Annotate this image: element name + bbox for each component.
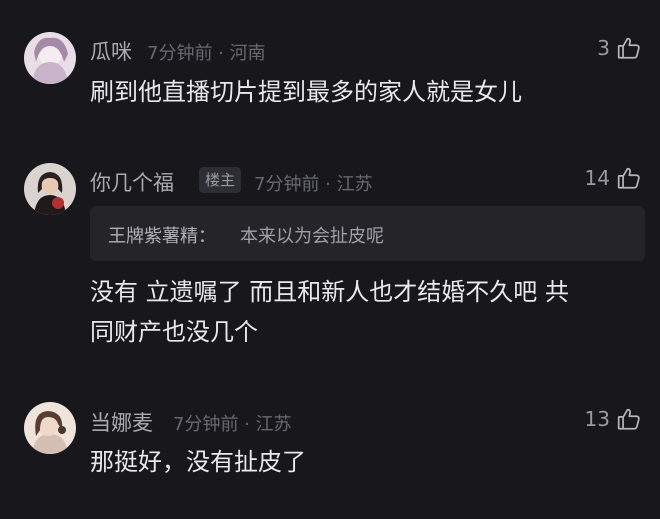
op-badge: 楼主 [199,167,242,193]
like-count: 14 [584,166,610,190]
comment-text: 同财产也没几个 [90,318,258,346]
avatar[interactable] [24,32,76,84]
comment-list: 瓜咪 7分钟前 · 河南 3 刷到他直播切片提到最多的家人就是女儿 你几个福 楼… [0,0,660,519]
quoted-author: 王牌紫薯精： [108,226,216,247]
like-button[interactable]: 3 [597,33,642,63]
quoted-reply[interactable]: 王牌紫薯精： 本来以为会扯皮呢 [90,206,645,261]
thumbs-up-icon [617,408,640,430]
avatar-image [24,32,76,84]
avatar[interactable] [24,402,76,454]
like-count: 3 [597,36,610,60]
username[interactable]: 当娜麦 [90,407,153,437]
comment-text: 刷到他直播切片提到最多的家人就是女儿 [90,78,522,106]
thumbs-up-icon [617,37,640,59]
like-count: 13 [584,407,610,431]
like-button[interactable]: 14 [585,163,642,193]
quoted-text: 本来以为会扯皮呢 [240,226,384,247]
comment-meta: 7分钟前 · 河南 [147,43,266,64]
thumbs-up-icon [617,167,640,189]
comment-meta: 7分钟前 · 江苏 [254,174,373,195]
avatar-image [24,402,76,454]
username[interactable]: 你几个福 [90,167,174,197]
username[interactable]: 瓜咪 [90,36,132,66]
comment-text: 那挺好，没有扯皮了 [90,448,306,476]
like-button[interactable]: 13 [585,404,642,434]
comment-text: 没有 立遗嘱了 而且和新人也才结婚不久吧 共 [90,278,569,306]
avatar[interactable] [24,163,76,215]
avatar-image [24,163,76,215]
comment-meta: 7分钟前 · 江苏 [173,414,292,435]
